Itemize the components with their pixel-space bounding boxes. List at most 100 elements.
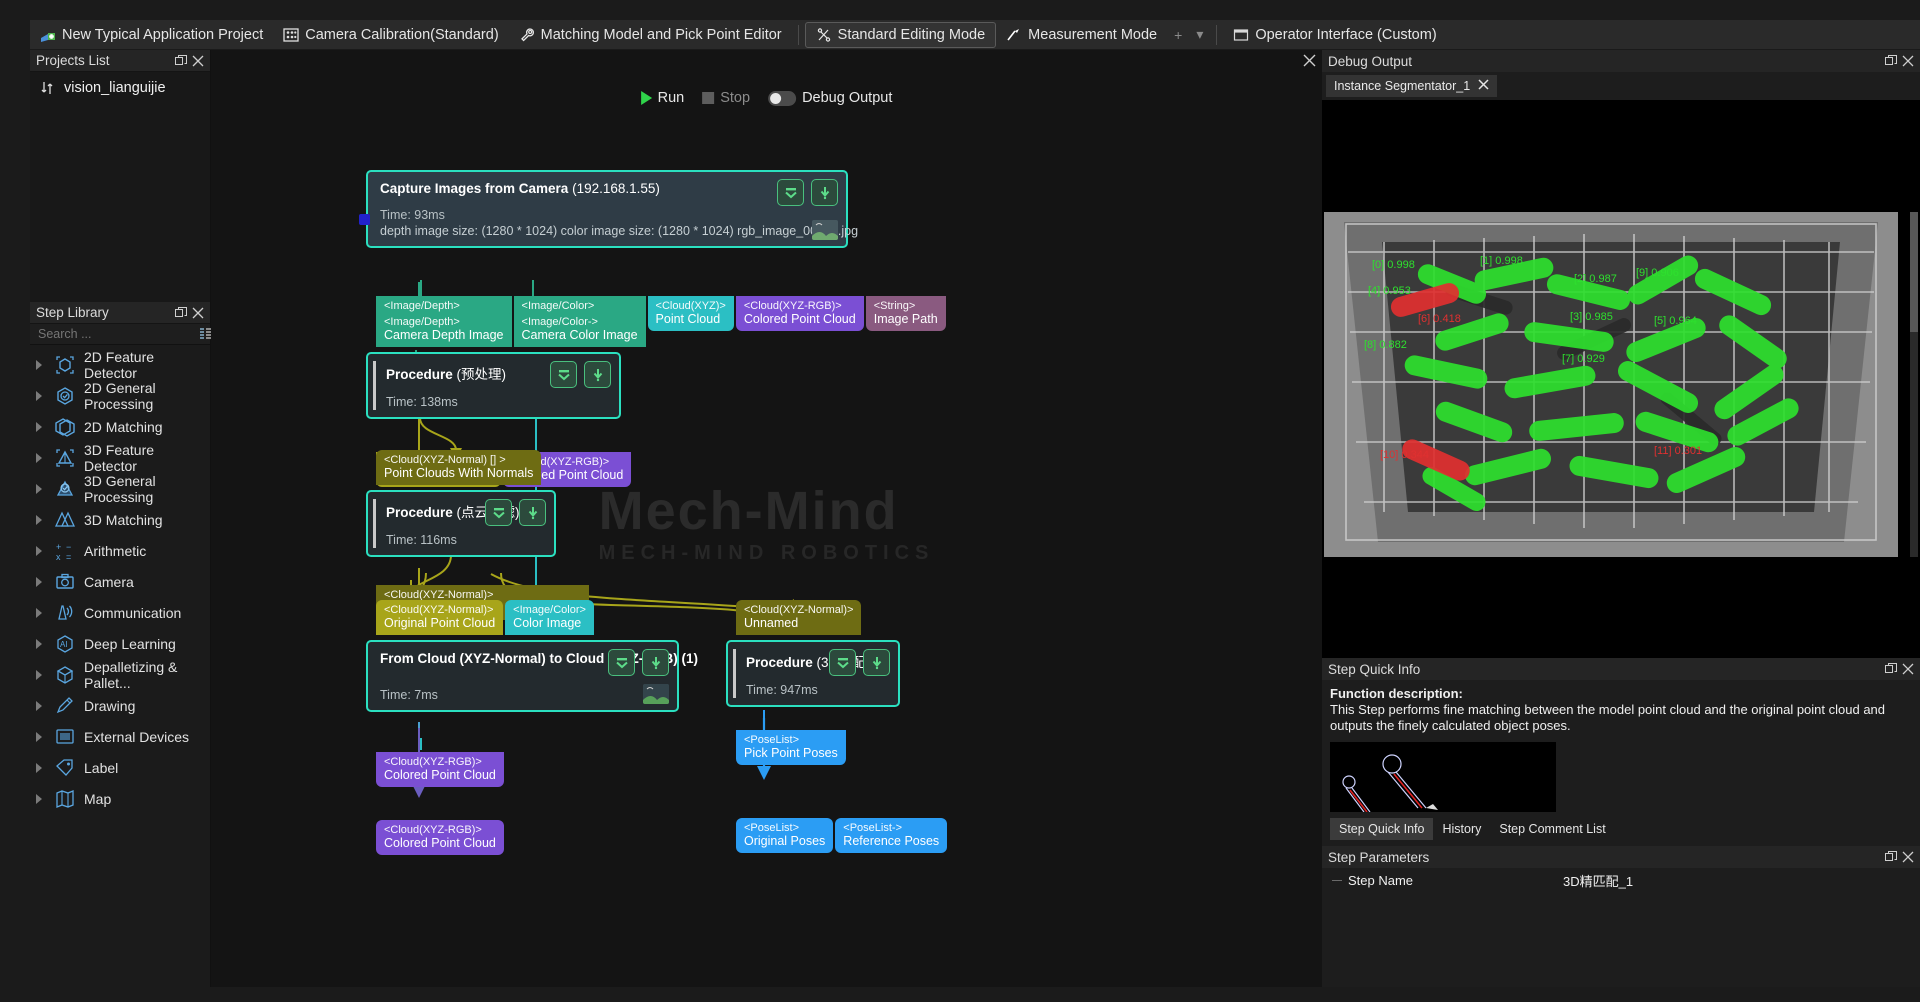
expand-arrow-icon[interactable]: [36, 793, 46, 804]
node-3d-matching-box[interactable]: Procedure (3D匹配) Time: 947ms: [726, 640, 900, 707]
float-panel-icon-3[interactable]: [1882, 53, 1899, 70]
run-button[interactable]: Run: [640, 90, 684, 106]
port-in-unnamed[interactable]: <Cloud(XYZ-Normal)> Unnamed: [736, 600, 862, 635]
port-original-poses[interactable]: <PoseList> Original Poses: [736, 818, 834, 853]
expand-arrow-icon[interactable]: [36, 545, 46, 556]
menu-item-matching-model-editor[interactable]: Matching Model and Pick Point Editor: [509, 22, 792, 48]
download-button[interactable]: [642, 649, 669, 676]
port-in-original-point-cloud[interactable]: <Cloud(XYZ-Normal)> Original Point Cloud: [376, 600, 504, 635]
download-button[interactable]: [811, 179, 838, 206]
tab-instance-segmentator[interactable]: Instance Segmentator_1: [1326, 75, 1498, 97]
sidebar-item-3d-general-processing[interactable]: 3D General Processing: [30, 473, 210, 505]
close-icon[interactable]: [189, 52, 206, 69]
expand-arrow-icon[interactable]: [36, 421, 46, 432]
menu-item-new-typical-application-project[interactable]: New Typical Application Project: [30, 22, 273, 48]
project-item[interactable]: vision_lianguijie: [30, 72, 210, 96]
sidebar-item-drawing[interactable]: Drawing: [30, 690, 210, 721]
node-cloud-filter[interactable]: <Cloud(XYZ-Normal) [] > Point Clouds Wit…: [366, 450, 589, 620]
expand-arrow-icon[interactable]: [36, 731, 46, 742]
expand-arrow-icon[interactable]: [36, 638, 46, 649]
collapse-button[interactable]: [608, 649, 635, 676]
float-panel-icon[interactable]: [172, 52, 189, 69]
sidebar-item-depalletizing[interactable]: Depalletizing & Pallet...: [30, 659, 210, 691]
tab-step-quick-info[interactable]: Step Quick Info: [1330, 818, 1434, 840]
close-icon-5[interactable]: [1899, 849, 1916, 866]
node-preprocess[interactable]: <Image/Depth> Camera Depth Image <Image/…: [366, 312, 646, 487]
download-button[interactable]: [863, 649, 890, 676]
port-in-camera-color-image[interactable]: <Image/Color-> Camera Color Image: [513, 312, 646, 347]
node-from-cloud-box[interactable]: From Cloud (XYZ-Normal) to Cloud (XYZ-RG…: [366, 640, 698, 712]
port-pick-point-poses[interactable]: <PoseList> Pick Point Poses: [736, 730, 846, 765]
tab-history[interactable]: History: [1433, 818, 1490, 840]
port-in-color-image[interactable]: <Image/Color> Color Image: [505, 600, 594, 635]
tab-close-icon[interactable]: [1478, 79, 1489, 93]
sidebar-item-camera[interactable]: Camera: [30, 566, 210, 597]
close-icon-4[interactable]: [1899, 661, 1916, 678]
search-input[interactable]: [38, 327, 199, 341]
canvas-close-icon[interactable]: [1303, 54, 1316, 72]
stop-button[interactable]: Stop: [702, 90, 750, 106]
sidebar-item-2d-matching[interactable]: 2D Matching: [30, 411, 210, 442]
menu-item-standard-editing-mode[interactable]: Standard Editing Mode: [804, 21, 997, 48]
float-panel-icon-5[interactable]: [1882, 849, 1899, 866]
node-from-cloud[interactable]: <Cloud(XYZ-Normal)> Original Point Cloud…: [366, 600, 698, 855]
sidebar-item-external-devices[interactable]: External Devices: [30, 721, 210, 752]
node-preprocess-box[interactable]: Procedure (预处理) Time: 138ms: [366, 352, 621, 419]
tab-step-comment-list[interactable]: Step Comment List: [1490, 818, 1614, 840]
expand-arrow-icon[interactable]: [36, 669, 46, 680]
collapse-button[interactable]: [485, 499, 512, 526]
debug-image-viewer[interactable]: [0] 0.998 [1] 0.998 [2] 0.987 [9] 0.906 …: [1322, 100, 1920, 690]
expand-arrow-icon[interactable]: [36, 607, 46, 618]
menu-item-operator-interface[interactable]: Operator Interface (Custom): [1223, 22, 1446, 48]
debug-output-toggle[interactable]: Debug Output: [768, 90, 892, 106]
expand-arrow-icon[interactable]: [36, 483, 46, 494]
sidebar-item-label[interactable]: Label: [30, 752, 210, 783]
expand-arrow-icon[interactable]: [36, 700, 46, 711]
step-parameter-row[interactable]: Step Name 3D精匹配_1: [1322, 868, 1920, 892]
expand-arrow-icon[interactable]: [36, 390, 46, 401]
node-thumbnail[interactable]: [643, 684, 669, 704]
float-panel-icon-4[interactable]: [1882, 661, 1899, 678]
expand-arrow-icon[interactable]: [36, 359, 46, 370]
parameter-value[interactable]: 3D精匹配_1: [1563, 871, 1633, 890]
port-colored-point-cloud[interactable]: <Cloud(XYZ-RGB)> Colored Point Cloud: [735, 296, 864, 331]
port-colored-point-cloud-downstream[interactable]: <Cloud(XYZ-RGB)> Colored Point Cloud: [376, 820, 504, 855]
sidebar-item-deep-learning[interactable]: AI Deep Learning: [30, 628, 210, 659]
node-capture-images[interactable]: Capture Images from Camera (192.168.1.55…: [359, 170, 946, 331]
sidebar-item-arithmetic[interactable]: + − x = Arithmetic: [30, 535, 210, 566]
port-image-path[interactable]: <String> Image Path: [865, 296, 946, 331]
port-in-point-clouds-with-normals[interactable]: <Cloud(XYZ-Normal) [] > Point Clouds Wit…: [376, 450, 542, 485]
expand-arrow-icon[interactable]: [36, 576, 46, 587]
segmentation-result-image[interactable]: [0] 0.998 [1] 0.998 [2] 0.987 [9] 0.906 …: [1324, 212, 1898, 557]
expand-arrow-icon[interactable]: [36, 762, 46, 773]
node-3d-matching[interactable]: <Cloud(XYZ-Normal)> Unnamed Procedure (3…: [726, 600, 948, 853]
port-reference-poses[interactable]: <PoseList-> Reference Poses: [835, 818, 948, 853]
sidebar-item-communication[interactable]: Communication: [30, 597, 210, 628]
graph-canvas[interactable]: Mech-Mind MECH-MIND ROBOTICS Run Stop De…: [211, 50, 1322, 987]
download-button[interactable]: [584, 361, 611, 388]
download-button[interactable]: [519, 499, 546, 526]
sidebar-item-2d-feature-detector[interactable]: 2D Feature Detector: [30, 349, 210, 381]
collapse-button[interactable]: [829, 649, 856, 676]
collapse-button[interactable]: [550, 361, 577, 388]
menu-item-measurement-mode[interactable]: Measurement Mode: [996, 22, 1167, 48]
expand-arrow-icon[interactable]: [36, 452, 46, 463]
viewer-vertical-scrollbar[interactable]: [1910, 212, 1918, 557]
close-icon-3[interactable]: [1899, 53, 1916, 70]
collapse-button[interactable]: [777, 179, 804, 206]
sidebar-item-3d-matching[interactable]: 3D Matching: [30, 504, 210, 535]
menu-item-camera-calibration[interactable]: Camera Calibration(Standard): [273, 22, 508, 48]
toggle-switch[interactable]: [768, 90, 797, 106]
close-icon-2[interactable]: [189, 304, 206, 321]
sidebar-item-3d-feature-detector[interactable]: 3D Feature Detector: [30, 442, 210, 474]
port-out-colored-point-cloud[interactable]: <Cloud(XYZ-RGB)> Colored Point Cloud: [376, 752, 504, 787]
sidebar-item-map[interactable]: Map: [30, 783, 210, 814]
node-thumbnail[interactable]: [812, 220, 838, 240]
node-input-port[interactable]: [359, 214, 370, 225]
sidebar-item-2d-general-processing[interactable]: 2D General Processing: [30, 380, 210, 412]
chevron-down-icon[interactable]: ▾: [1189, 26, 1210, 43]
add-tab-button[interactable]: +: [1167, 27, 1189, 43]
float-panel-icon-2[interactable]: [172, 304, 189, 321]
port-in-camera-depth-image[interactable]: <Image/Depth> Camera Depth Image: [376, 312, 512, 347]
node-capture-box[interactable]: Capture Images from Camera (192.168.1.55…: [359, 170, 858, 248]
